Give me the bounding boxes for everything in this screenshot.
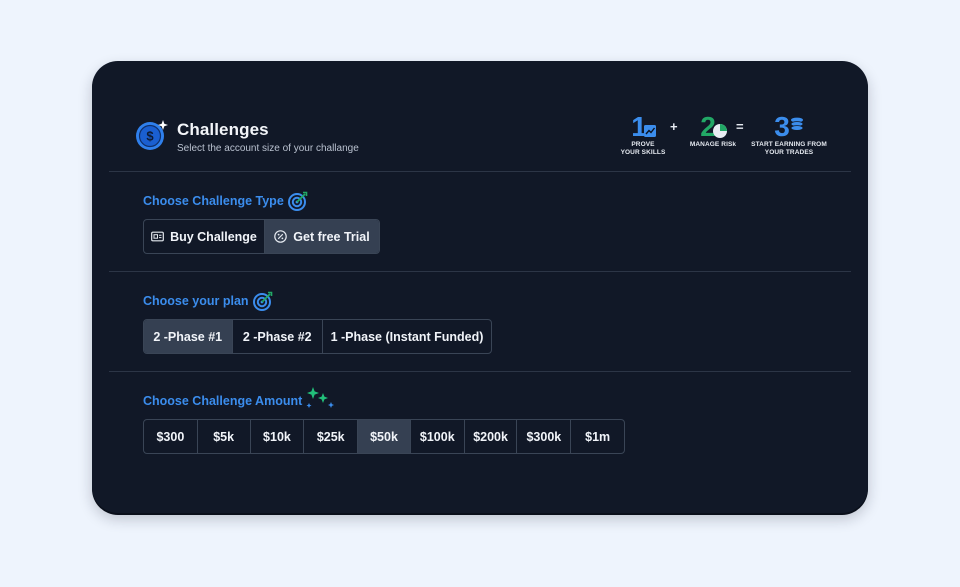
buy-challenge-option[interactable]: Buy Challenge bbox=[144, 220, 265, 253]
target-icon bbox=[288, 191, 308, 211]
amount-option[interactable]: $100k bbox=[411, 420, 465, 453]
pie-chart-icon: 2 bbox=[700, 111, 727, 141]
amount-option[interactable]: $5k bbox=[198, 420, 251, 453]
ticket-icon bbox=[151, 231, 164, 242]
amount-option[interactable]: $10k bbox=[251, 420, 305, 453]
divider bbox=[109, 171, 851, 172]
coins-icon: 3 bbox=[774, 111, 804, 141]
amount-option[interactable]: $25k bbox=[304, 420, 359, 453]
page-subtitle: Select the account size of your challang… bbox=[177, 143, 359, 154]
amount-option[interactable]: $200k bbox=[465, 420, 518, 453]
step-number-3: 3 bbox=[774, 111, 790, 141]
amount-option[interactable]: $300k bbox=[517, 420, 572, 453]
amount-label: Choose Challenge Amount bbox=[143, 394, 303, 408]
dollar-coin-icon: $ bbox=[136, 120, 168, 150]
plan-option-1-phase[interactable]: 1 -Phase (Instant Funded) bbox=[323, 320, 491, 353]
amount-option-selected[interactable]: $50k bbox=[358, 420, 411, 453]
plan-option-2-phase-2[interactable]: 2 -Phase #2 bbox=[233, 320, 323, 353]
step-caption: MANAGE RISk bbox=[689, 141, 737, 148]
plan-label: Choose your plan bbox=[143, 294, 249, 308]
amount-option[interactable]: $300 bbox=[144, 420, 198, 453]
plan-selector: 2 -Phase #1 2 -Phase #2 1 -Phase (Instan… bbox=[143, 319, 492, 354]
step-caption: PROVE YOUR SKILLS bbox=[620, 141, 666, 156]
divider bbox=[109, 371, 851, 372]
step-start-earning: 3 START EARNING FROM YOUR TRADES bbox=[746, 111, 832, 157]
free-trial-option[interactable]: Get free Trial bbox=[264, 220, 379, 253]
card-header: $ Challenges Select the account size of … bbox=[92, 61, 868, 171]
equals-operator: = bbox=[736, 119, 744, 134]
plan-option-2-phase-1[interactable]: 2 -Phase #1 bbox=[144, 320, 233, 353]
divider bbox=[109, 271, 851, 272]
step-number-2: 2 bbox=[700, 111, 716, 141]
amount-option[interactable]: $1m bbox=[571, 420, 624, 453]
page-title: Challenges bbox=[177, 120, 269, 139]
discount-badge-icon bbox=[274, 230, 288, 243]
step-caption: START EARNING FROM YOUR TRADES bbox=[751, 141, 827, 156]
challenges-card: $ Challenges Select the account size of … bbox=[92, 61, 868, 513]
plus-operator: + bbox=[670, 119, 678, 134]
sparkles-icon bbox=[306, 387, 334, 408]
amount-selector: $300 $5k $10k $25k $50k $100k $200k $300… bbox=[143, 419, 625, 454]
challenge-type-label: Choose Challenge Type bbox=[143, 194, 284, 208]
svg-text:$: $ bbox=[146, 129, 154, 144]
step-prove-skills: 1 PROVE YOUR SKILLS bbox=[610, 111, 676, 157]
target-icon bbox=[253, 291, 273, 311]
chart-up-icon: 1 bbox=[631, 111, 656, 141]
challenge-type-selector: Buy Challenge Get free Trial bbox=[143, 219, 380, 254]
